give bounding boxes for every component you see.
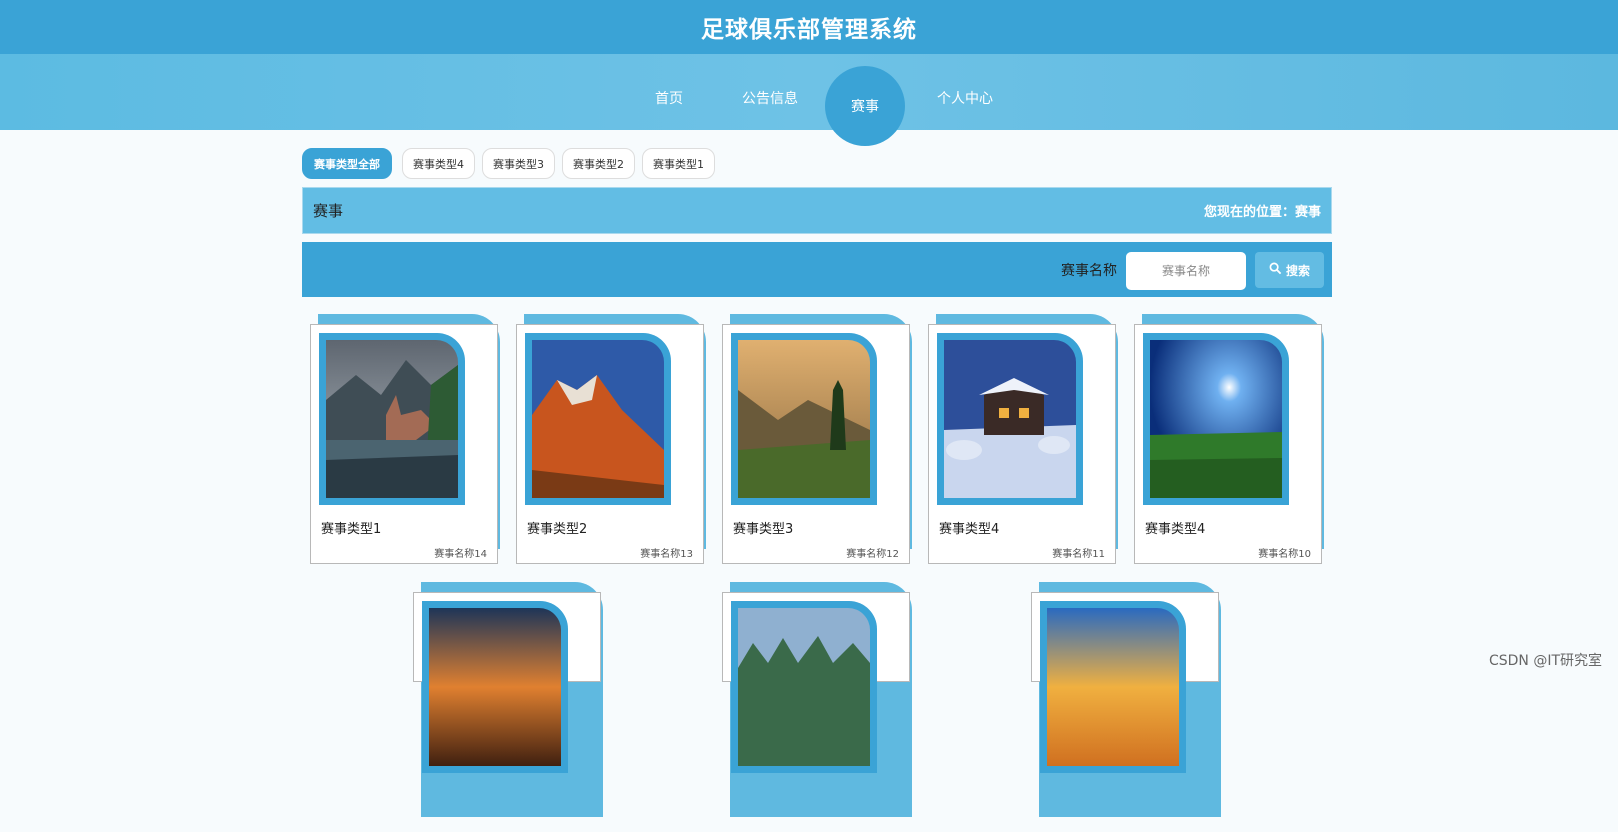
app-header: 足球俱乐部管理系统 [0,0,1618,54]
match-card[interactable] [413,582,603,832]
match-type: 赛事类型3 [733,518,793,537]
search-input[interactable] [1126,252,1246,290]
match-card[interactable] [1031,582,1221,832]
watermark: CSDN @IT研究室 [1489,650,1602,670]
match-name: 赛事名称14 [434,545,487,560]
match-card[interactable]: 赛事类型3 赛事名称12 [722,314,912,564]
match-name: 赛事名称10 [1258,545,1311,560]
breadcrumb-bar: 赛事 您现在的位置：赛事 [302,187,1332,234]
search-bar: 赛事名称 搜索 [302,242,1332,297]
match-name: 赛事名称11 [1052,545,1105,560]
filter-all-types[interactable]: 赛事类型全部 [302,148,392,179]
match-image [1150,340,1282,498]
filter-type-3[interactable]: 赛事类型3 [482,148,555,179]
match-type: 赛事类型2 [527,518,587,537]
nav-matches[interactable]: 赛事 [825,66,905,146]
match-image [944,340,1076,498]
section-title: 赛事 [313,200,343,221]
search-button[interactable]: 搜索 [1255,252,1324,288]
match-type: 赛事类型1 [321,518,381,537]
search-button-label: 搜索 [1286,262,1310,279]
nav-announcements[interactable]: 公告信息 [730,66,810,130]
match-name: 赛事名称13 [640,545,693,560]
match-card[interactable] [722,582,912,832]
match-card[interactable]: 赛事类型4 赛事名称10 [1134,314,1324,564]
match-name: 赛事名称12 [846,545,899,560]
app-title: 足球俱乐部管理系统 [701,10,917,44]
main-nav: 首页 公告信息 赛事 个人中心 [0,54,1618,130]
match-type: 赛事类型4 [1145,518,1205,537]
search-label: 赛事名称 [1061,260,1117,280]
nav-personal-center[interactable]: 个人中心 [930,66,1000,130]
filter-type-2[interactable]: 赛事类型2 [562,148,635,179]
match-card[interactable]: 赛事类型1 赛事名称14 [310,314,500,564]
match-card[interactable]: 赛事类型4 赛事名称11 [928,314,1118,564]
match-image [738,340,870,498]
match-image [532,340,664,498]
breadcrumb-position: 您现在的位置：赛事 [1204,201,1321,220]
filter-type-4[interactable]: 赛事类型4 [402,148,475,179]
match-type: 赛事类型4 [939,518,999,537]
match-card[interactable]: 赛事类型2 赛事名称13 [516,314,706,564]
match-image [326,340,458,498]
match-image [429,608,561,766]
match-image [738,608,870,766]
search-icon [1269,262,1282,278]
match-image [1047,608,1179,766]
nav-home[interactable]: 首页 [644,66,694,130]
filter-type-1[interactable]: 赛事类型1 [642,148,715,179]
